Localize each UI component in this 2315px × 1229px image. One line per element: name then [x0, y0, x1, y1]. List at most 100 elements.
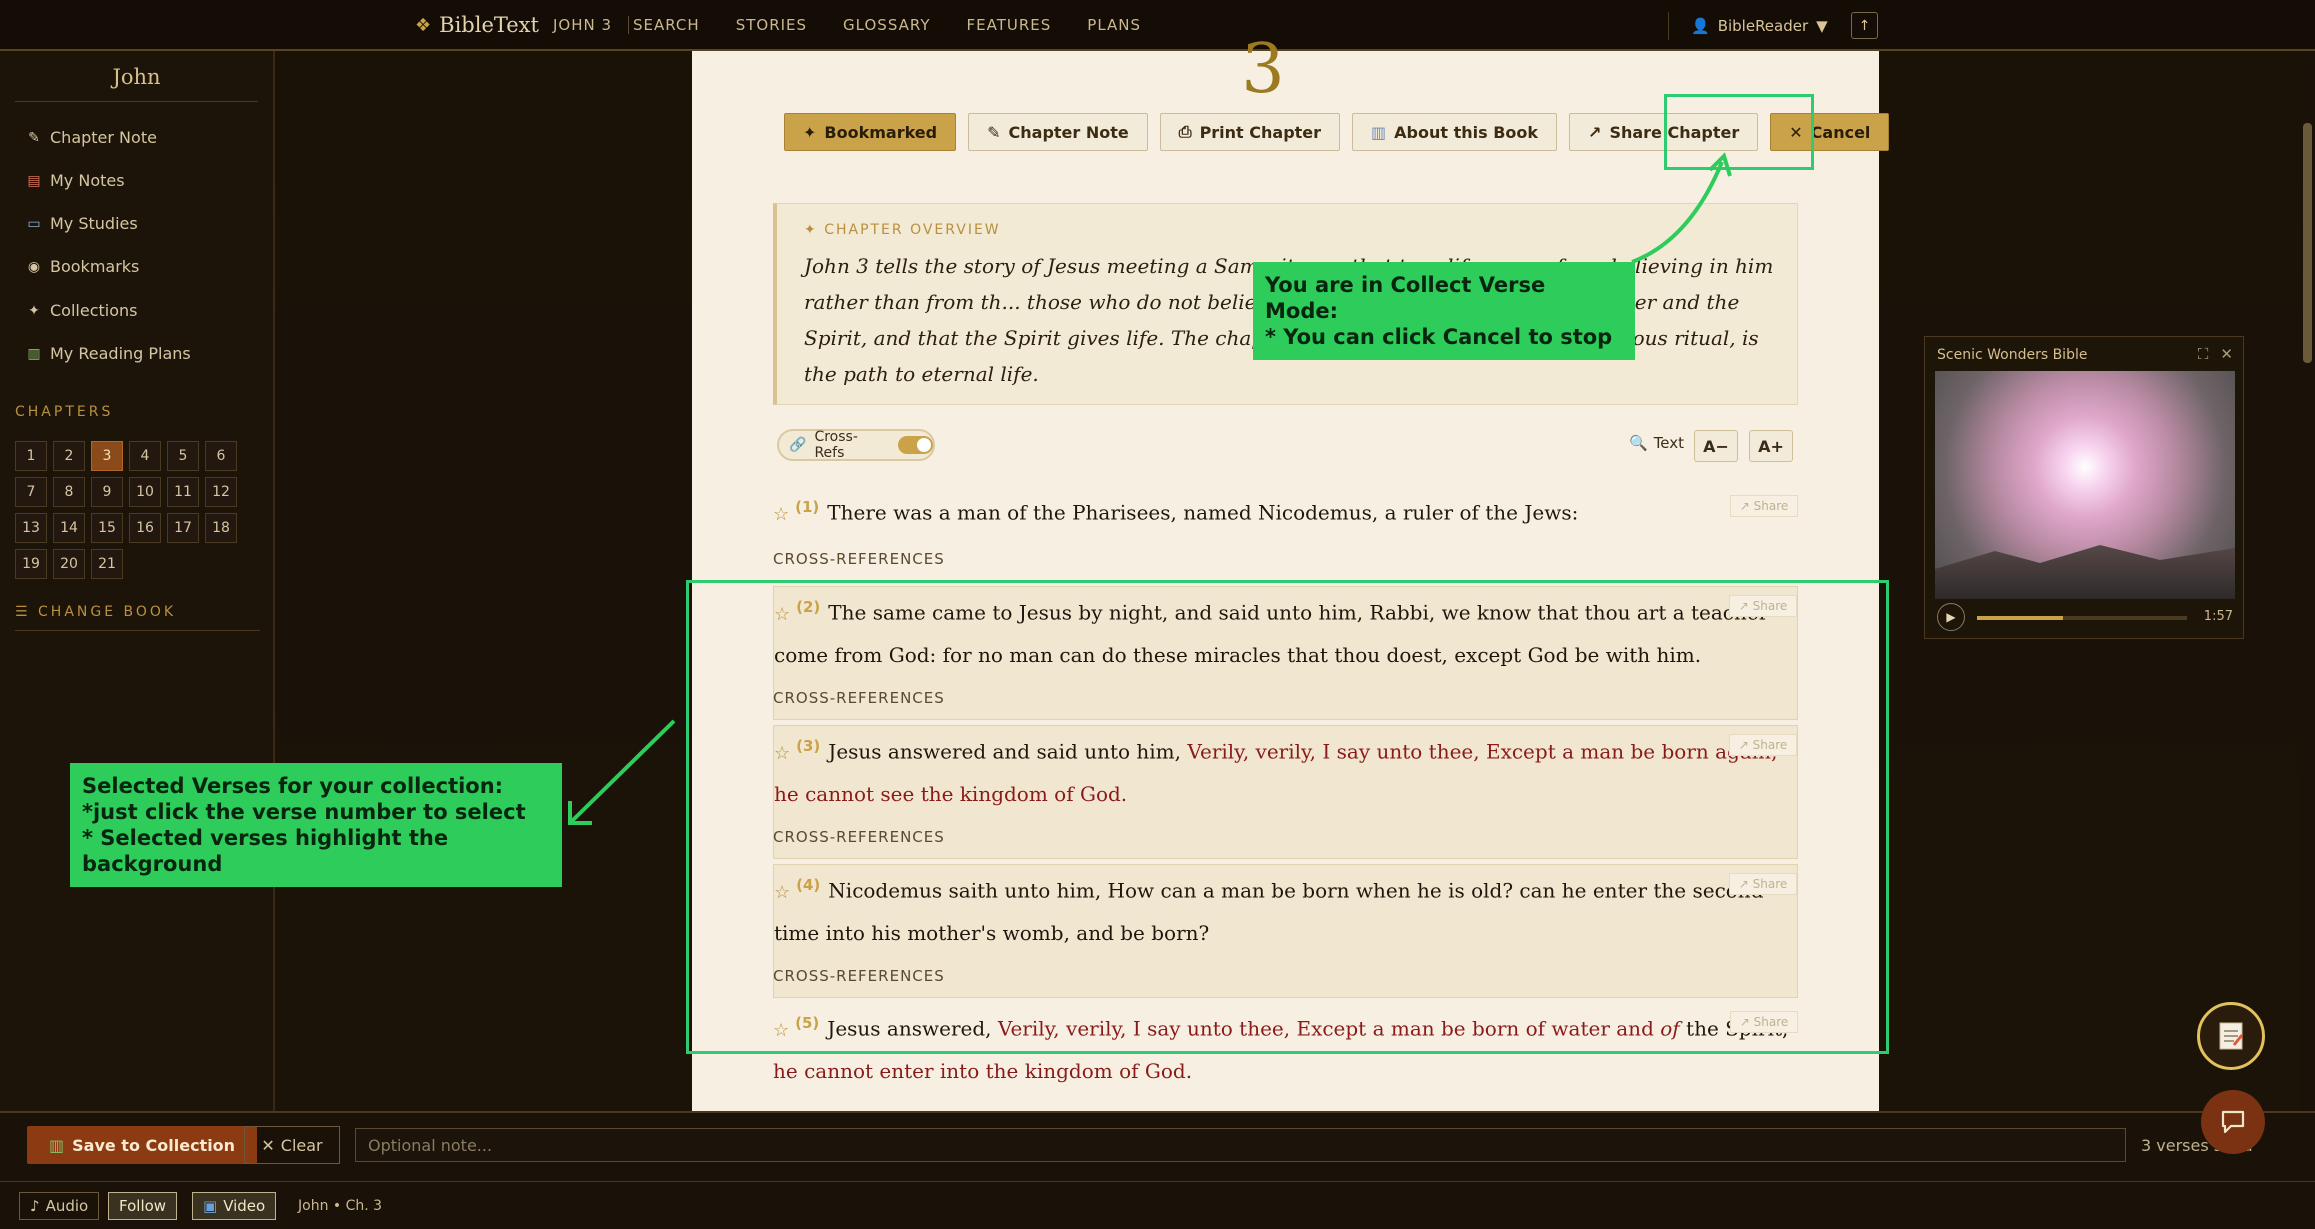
- page-scrollbar[interactable]: [2300, 51, 2315, 1111]
- expand-icon[interactable]: ⛶: [2198, 345, 2209, 363]
- chapter-21-button[interactable]: 21: [91, 549, 123, 579]
- sidebar-item-collections[interactable]: ✦ Collections: [26, 301, 137, 320]
- chapter-note-button[interactable]: ✎ Chapter Note: [968, 113, 1148, 151]
- star-icon: ✦: [803, 122, 817, 142]
- toggle-switch: [897, 436, 933, 454]
- selected-verses-callout: Selected Verses for your collection: *ju…: [70, 763, 562, 887]
- print-chapter-button[interactable]: ⎙ Print Chapter: [1159, 113, 1341, 151]
- sidebar-item-label: My Studies: [50, 214, 138, 233]
- follow-button[interactable]: Follow: [108, 1192, 178, 1220]
- chapter-grid: 1 2 3 4 5 6 7 8 9 10 11 12 13 14 15 16 17 18 19 20 21: [15, 441, 237, 579]
- user-menu[interactable]: 👤 BibleReader ▼: [1668, 12, 1828, 40]
- sidebar-item-my-notes[interactable]: ▤ My Notes: [26, 171, 125, 190]
- media-breadcrumb: John • Ch. 3: [298, 1198, 383, 1214]
- chapter-5-button[interactable]: 5: [167, 441, 199, 471]
- callout-arrow-icon: [1631, 152, 1732, 264]
- sidebar-item-reading-plans[interactable]: ▥ My Reading Plans: [26, 344, 191, 363]
- chat-fab[interactable]: [2201, 1090, 2265, 1154]
- video-time: 1:57: [2203, 609, 2233, 624]
- sidebar-item-label: My Notes: [50, 171, 125, 190]
- chevron-down-icon: ▼: [1816, 17, 1828, 35]
- chapter-2-button[interactable]: 2: [53, 441, 85, 471]
- chapter-14-button[interactable]: 14: [53, 513, 85, 543]
- chapter-4-button[interactable]: 4: [129, 441, 161, 471]
- collection-icon: ▥: [49, 1135, 65, 1155]
- video-progress-bar[interactable]: [1977, 616, 2187, 620]
- chapter-10-button[interactable]: 10: [129, 477, 161, 507]
- nav-glossary[interactable]: GLOSSARY: [843, 16, 930, 34]
- change-book-link[interactable]: ☰ CHANGE BOOK: [15, 604, 176, 620]
- share-arrow-icon: ↗: [1588, 122, 1602, 142]
- button-label: Print Chapter: [1199, 122, 1322, 142]
- play-button[interactable]: ▶: [1937, 603, 1965, 631]
- cross-refs-toggle[interactable]: 🔗 Cross-Refs: [777, 429, 935, 461]
- cross-references-label[interactable]: CROSS-REFERENCES: [773, 550, 945, 568]
- sidebar-book-title: John: [112, 65, 161, 89]
- notes-fab[interactable]: [2197, 1002, 2265, 1070]
- nav-links: SEARCH STORIES GLOSSARY FEATURES PLANS: [633, 16, 1141, 34]
- chapter-18-button[interactable]: 18: [205, 513, 237, 543]
- pencil-icon: ✎: [987, 122, 1001, 142]
- button-label: Cancel: [1810, 122, 1871, 142]
- chapter-15-button[interactable]: 15: [91, 513, 123, 543]
- brand[interactable]: ❖ BibleText JOHN 3: [415, 13, 630, 37]
- chapter-19-button[interactable]: 19: [15, 549, 47, 579]
- share-verse-button[interactable]: ↗ Share: [1730, 495, 1798, 517]
- sidebar-item-chapter-note[interactable]: ✎ Chapter Note: [26, 128, 157, 147]
- verse-number[interactable]: (1): [795, 498, 819, 516]
- video-title: Scenic Wonders Bible: [1937, 347, 2088, 363]
- chapter-9-button[interactable]: 9: [91, 477, 123, 507]
- nav-search[interactable]: SEARCH: [633, 16, 700, 34]
- chapter-11-button[interactable]: 11: [167, 477, 199, 507]
- chapter-7-button[interactable]: 7: [15, 477, 47, 507]
- sidebar-item-my-studies[interactable]: ▭ My Studies: [26, 214, 138, 233]
- font-decrease-button[interactable]: A−: [1694, 430, 1738, 462]
- sidebar-divider: [15, 630, 260, 631]
- search-icon: 🔍: [1629, 434, 1648, 452]
- overview-label: ✦ CHAPTER OVERVIEW: [804, 222, 1001, 238]
- bookmarked-button[interactable]: ✦ Bookmarked: [784, 113, 957, 151]
- user-icon: 👤: [1691, 17, 1710, 35]
- sidebar: John: [0, 51, 275, 1111]
- video-landscape: [1935, 545, 2235, 599]
- audio-button[interactable]: ♪ Audio: [19, 1192, 100, 1220]
- music-note-icon: ♪: [30, 1197, 40, 1215]
- chapter-6-button[interactable]: 6: [205, 441, 237, 471]
- chapter-13-button[interactable]: 13: [15, 513, 47, 543]
- chapter-12-button[interactable]: 12: [205, 477, 237, 507]
- verse-1[interactable]: ☆ (1) There was a man of the Pharisees, na…: [773, 487, 1798, 535]
- nav-features[interactable]: FEATURES: [967, 16, 1052, 34]
- font-increase-button[interactable]: A+: [1749, 430, 1793, 462]
- chapter-17-button[interactable]: 17: [167, 513, 199, 543]
- nav-plans[interactable]: PLANS: [1087, 16, 1141, 34]
- sidebar-item-label: My Reading Plans: [50, 344, 191, 363]
- chapter-16-button[interactable]: 16: [129, 513, 161, 543]
- scrollbar-thumb[interactable]: [2303, 123, 2312, 363]
- arrow-up-icon: ↑: [1858, 17, 1871, 34]
- button-label: Save to Collection: [72, 1135, 236, 1155]
- video-screen[interactable]: [1935, 371, 2235, 599]
- text-search-control[interactable]: 🔍 Text: [1629, 434, 1684, 452]
- button-label: Video: [223, 1197, 266, 1215]
- nav-stories[interactable]: STORIES: [736, 16, 807, 34]
- close-icon: ✕: [261, 1135, 275, 1155]
- clear-button[interactable]: ✕ Clear: [244, 1126, 340, 1164]
- star-icon[interactable]: ☆: [773, 504, 789, 525]
- note-input[interactable]: Optional note...: [355, 1128, 2126, 1162]
- chapter-1-button[interactable]: 1: [15, 441, 47, 471]
- menu-icon: ☰: [15, 604, 39, 620]
- close-icon[interactable]: ✕: [2220, 345, 2233, 363]
- video-progress-fill: [1977, 616, 2064, 620]
- scroll-top-button[interactable]: ↑: [1851, 12, 1878, 39]
- notes-icon: ▤: [27, 172, 41, 189]
- video-button[interactable]: ▣ Video: [192, 1192, 277, 1220]
- chapter-20-button[interactable]: 20: [53, 549, 85, 579]
- sidebar-item-bookmarks[interactable]: ◉ Bookmarks: [26, 257, 140, 276]
- chapter-3-button[interactable]: 3: [91, 441, 123, 471]
- callout-arrow-icon: [568, 719, 676, 825]
- save-to-collection-button[interactable]: ▥ Save to Collection: [27, 1126, 258, 1164]
- printer-icon: ⎙: [1178, 122, 1192, 141]
- notepad-icon: [2219, 1022, 2244, 1050]
- chapter-8-button[interactable]: 8: [53, 477, 85, 507]
- about-book-button[interactable]: ▥ About this Book: [1352, 113, 1558, 151]
